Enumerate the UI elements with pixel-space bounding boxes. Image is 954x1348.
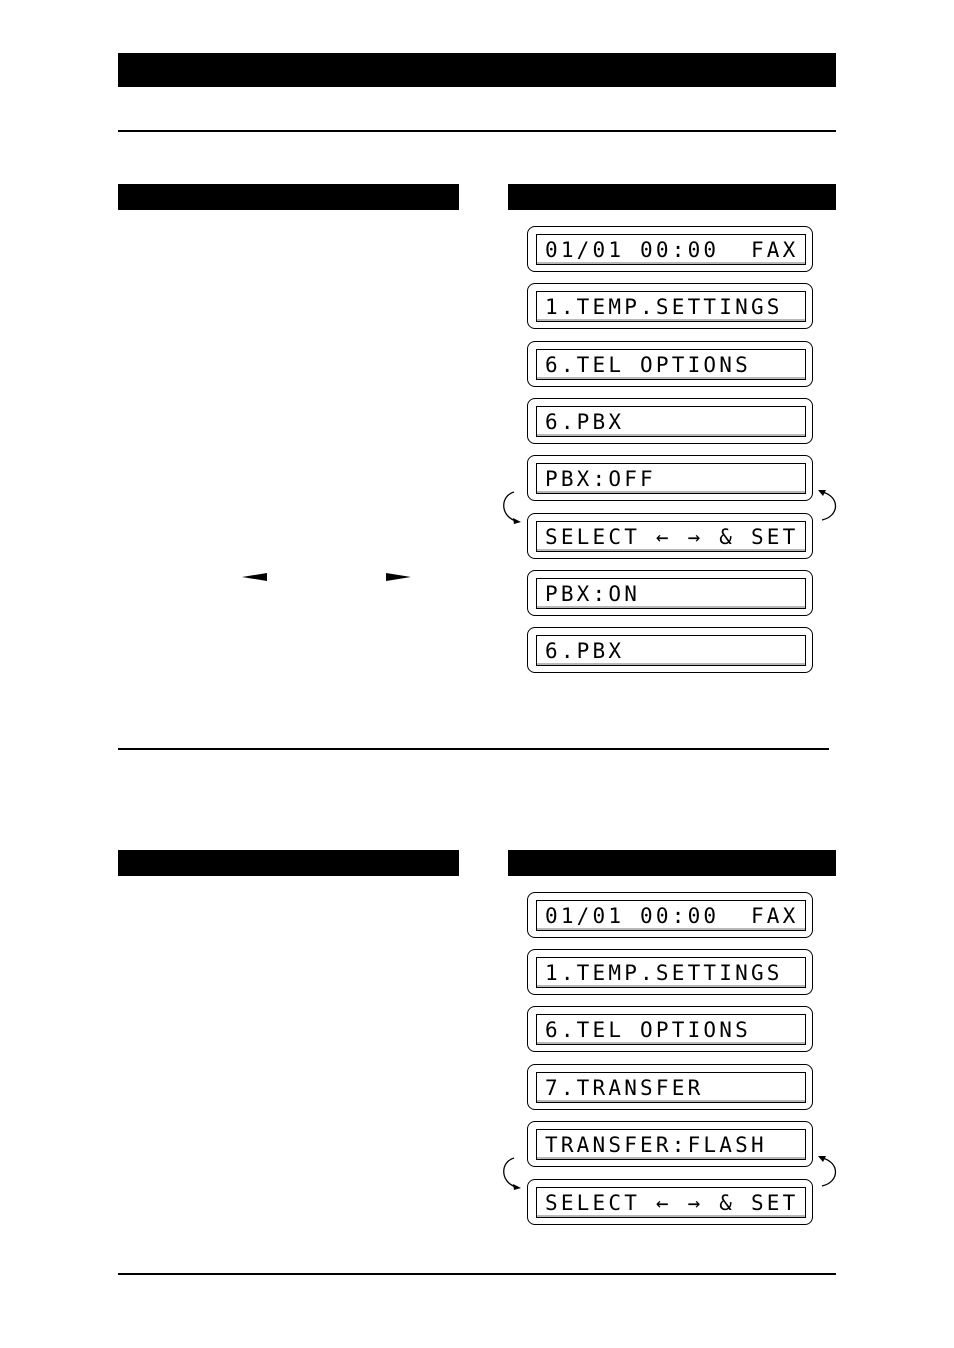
lcd-screen-pbx-on: PBX:ON xyxy=(527,570,813,616)
lcd-text: 6.TEL OPTIONS xyxy=(545,1018,751,1042)
cycle-arrow-right-icon xyxy=(818,1156,837,1187)
lcd-text: 6.PBX xyxy=(545,410,625,434)
section-pbx-right-heading-bar xyxy=(508,184,836,210)
page-header-bar xyxy=(118,53,836,87)
lcd-screen-date-time: 01/01 00:00 FAX xyxy=(527,226,813,272)
lcd-text: 6.TEL OPTIONS xyxy=(545,353,751,377)
lcd-screen-select-set: SELECT ← → & SET xyxy=(527,1179,813,1225)
section-divider xyxy=(118,748,829,750)
left-triangle-icon xyxy=(242,573,267,581)
lcd-text: PBX:OFF xyxy=(545,467,656,491)
lcd-screen-pbx-off: PBX:OFF xyxy=(527,455,813,501)
lcd-screen-transfer-flash: TRANSFER:FLASH xyxy=(527,1121,813,1167)
lcd-screen-transfer: 7.TRANSFER xyxy=(527,1064,813,1110)
lcd-text: 01/01 00:00 FAX xyxy=(545,238,799,262)
header-divider xyxy=(118,130,836,132)
lcd-screen-temp-settings: 1.TEMP.SETTINGS xyxy=(527,283,813,329)
lcd-screen-select-set: SELECT ← → & SET xyxy=(527,513,813,559)
lcd-screen-tel-options: 6.TEL OPTIONS xyxy=(527,341,813,387)
footer-divider xyxy=(118,1273,836,1275)
section-transfer-left-heading-bar xyxy=(118,850,459,876)
section-transfer-right-heading-bar xyxy=(508,850,836,876)
lcd-screen-tel-options: 6.TEL OPTIONS xyxy=(527,1006,813,1052)
lcd-text: SELECT ← → & SET xyxy=(545,525,799,549)
cycle-arrow-left-icon xyxy=(503,1157,521,1190)
section-pbx-left-heading-bar xyxy=(118,184,459,210)
lcd-text: SELECT ← → & SET xyxy=(545,1191,799,1215)
right-triangle-icon xyxy=(386,573,411,581)
lcd-screen-pbx: 6.PBX xyxy=(527,398,813,444)
cycle-arrow-right-icon xyxy=(818,490,837,521)
lcd-text: 01/01 00:00 FAX xyxy=(545,904,799,928)
lcd-screen-pbx-result: 6.PBX xyxy=(527,627,813,673)
lcd-text: PBX:ON xyxy=(545,582,641,606)
lcd-text: 7.TRANSFER xyxy=(545,1076,704,1100)
lcd-screen-date-time: 01/01 00:00 FAX xyxy=(527,892,813,938)
lcd-text: 1.TEMP.SETTINGS xyxy=(545,295,783,319)
lcd-text: 6.PBX xyxy=(545,639,625,663)
lcd-screen-temp-settings: 1.TEMP.SETTINGS xyxy=(527,949,813,995)
cycle-arrow-left-icon xyxy=(503,491,521,524)
lcd-text: TRANSFER:FLASH xyxy=(545,1133,767,1157)
lcd-text: 1.TEMP.SETTINGS xyxy=(545,961,783,985)
